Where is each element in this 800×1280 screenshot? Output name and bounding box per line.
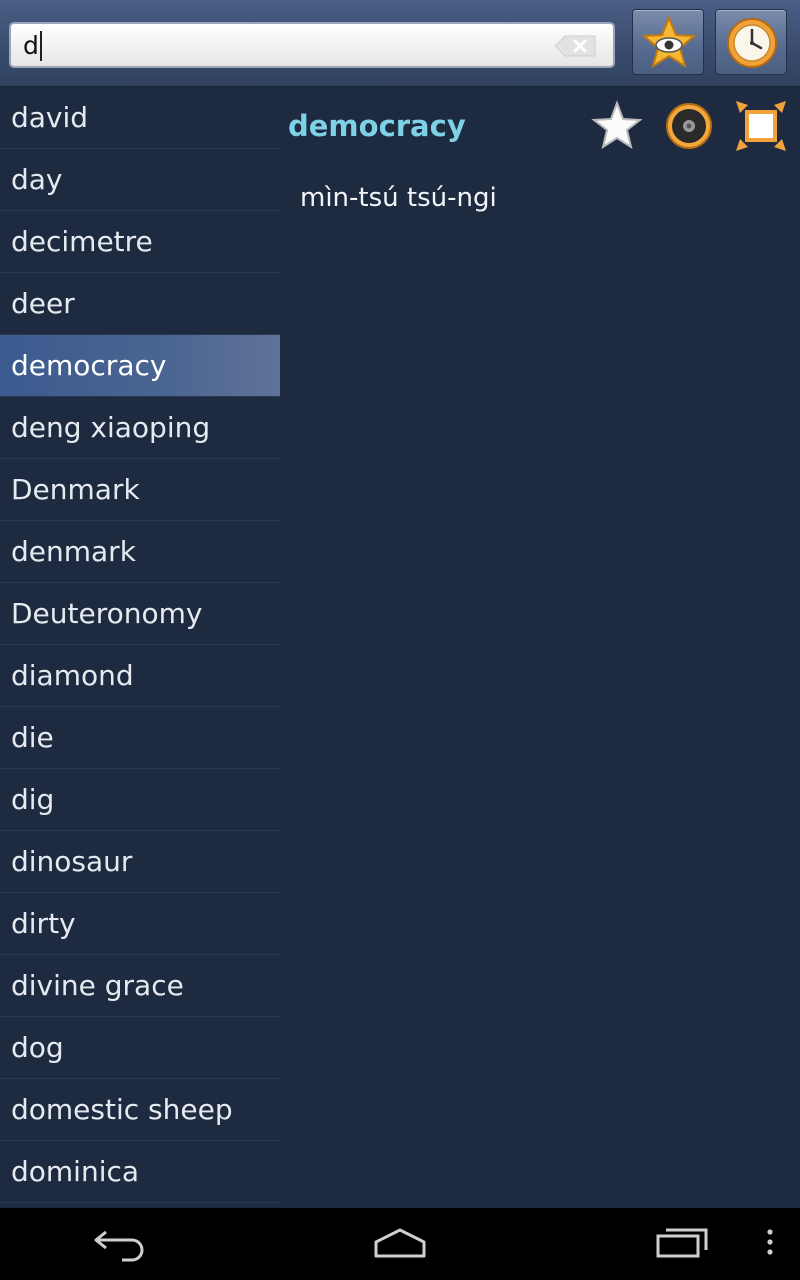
list-item-selected[interactable]: democracy [0, 335, 280, 397]
list-item[interactable]: denmark [0, 521, 280, 583]
home-icon[interactable] [370, 1222, 430, 1262]
list-item[interactable]: decimetre [0, 211, 280, 273]
favorites-button[interactable] [632, 9, 704, 75]
list-item[interactable]: day [0, 149, 280, 211]
system-nav-bar [0, 1208, 800, 1280]
recents-icon[interactable] [652, 1222, 712, 1262]
list-item[interactable]: Deuteronomy [0, 583, 280, 645]
list-item[interactable]: deer [0, 273, 280, 335]
list-item[interactable]: deng xiaoping [0, 397, 280, 459]
list-item[interactable]: dog [0, 1017, 280, 1079]
history-button[interactable] [715, 9, 787, 75]
search-input[interactable]: d [9, 22, 615, 68]
speaker-icon[interactable] [662, 99, 716, 153]
list-item[interactable]: dirty [0, 893, 280, 955]
fullscreen-icon[interactable] [734, 99, 788, 153]
list-item[interactable]: david [0, 87, 280, 149]
word-list[interactable]: david day decimetre deer democracy deng xiaop… [0, 87, 280, 1208]
list-item[interactable]: die [0, 707, 280, 769]
back-icon[interactable] [92, 1222, 148, 1262]
star-icon[interactable] [590, 99, 644, 153]
detail-pane: democracy mìn-tsú tsú-ngi [280, 87, 800, 1208]
clock-icon [727, 18, 777, 68]
translation-text: mìn-tsú tsú-ngi [300, 183, 497, 213]
headword: democracy [288, 109, 466, 143]
list-item[interactable]: Denmark [0, 459, 280, 521]
list-item[interactable]: dig [0, 769, 280, 831]
clear-text-icon[interactable] [553, 34, 597, 58]
list-item[interactable]: divine grace [0, 955, 280, 1017]
star-eye-icon [641, 15, 697, 69]
list-item[interactable]: domestic sheep [0, 1079, 280, 1141]
top-bar: d [0, 0, 800, 87]
list-item[interactable]: dinosaur [0, 831, 280, 893]
search-input-value: d [23, 31, 42, 61]
list-item[interactable]: diamond [0, 645, 280, 707]
list-item[interactable]: dominica [0, 1141, 280, 1203]
overflow-menu-icon[interactable] [760, 1222, 780, 1262]
